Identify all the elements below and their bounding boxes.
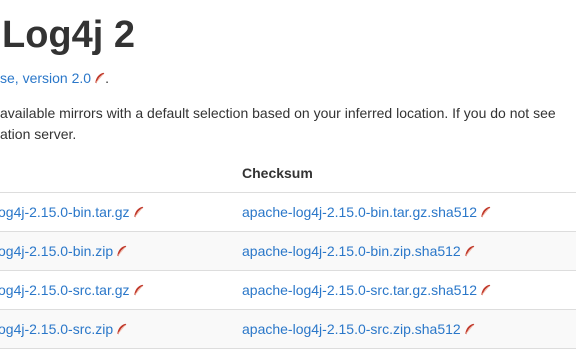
apache-feather-icon: [481, 284, 491, 296]
download-link[interactable]: og4j-2.15.0-src.zip: [0, 321, 113, 337]
checksum-link[interactable]: apache-log4j-2.15.0-src.zip.sha512: [242, 321, 461, 337]
checksum-link[interactable]: apache-log4j-2.15.0-bin.zip.sha512: [242, 243, 461, 259]
apache-feather-icon: [481, 206, 491, 218]
intro-text: available mirrors with a default selecti…: [0, 103, 556, 145]
intro-line-2: ation server.: [0, 126, 77, 142]
apache-feather-icon: [95, 72, 105, 84]
download-link[interactable]: og4j-2.15.0-bin.tar.gz: [0, 204, 130, 220]
table-row: og4j-2.15.0-bin.zip apache-log4j-2.15.0-…: [0, 231, 576, 271]
apache-feather-icon: [133, 284, 143, 296]
license-link[interactable]: se, version 2.0: [0, 70, 91, 86]
checksum-cell: apache-log4j-2.15.0-src.tar.gz.sha512: [242, 282, 491, 298]
page-title: Log4j 2: [2, 14, 136, 56]
apache-feather-icon: [133, 206, 143, 218]
checksum-cell: apache-log4j-2.15.0-src.zip.sha512: [242, 321, 475, 337]
download-link[interactable]: og4j-2.15.0-bin.zip: [0, 243, 113, 259]
column-header-checksum: Checksum: [242, 165, 313, 181]
table-row: og4j-2.15.0-src.zip apache-log4j-2.15.0-…: [0, 309, 576, 349]
file-cell: og4j-2.15.0-bin.tar.gz: [0, 204, 144, 220]
file-cell: og4j-2.15.0-bin.zip: [0, 243, 127, 259]
apache-feather-icon: [117, 245, 127, 257]
license-line: se, version 2.0.: [0, 70, 109, 86]
checksum-cell: apache-log4j-2.15.0-bin.zip.sha512: [242, 243, 475, 259]
checksum-cell: apache-log4j-2.15.0-bin.tar.gz.sha512: [242, 204, 491, 220]
file-cell: og4j-2.15.0-src.zip: [0, 321, 127, 337]
apache-feather-icon: [465, 323, 475, 335]
file-cell: og4j-2.15.0-src.tar.gz: [0, 282, 144, 298]
apache-feather-icon: [465, 245, 475, 257]
download-link[interactable]: og4j-2.15.0-src.tar.gz: [0, 282, 130, 298]
table-row: og4j-2.15.0-bin.tar.gz apache-log4j-2.15…: [0, 192, 576, 232]
intro-line-1: available mirrors with a default selecti…: [0, 105, 556, 121]
table-row: og4j-2.15.0-src.tar.gz apache-log4j-2.15…: [0, 270, 576, 310]
checksum-link[interactable]: apache-log4j-2.15.0-src.tar.gz.sha512: [242, 282, 477, 298]
apache-feather-icon: [117, 323, 127, 335]
checksum-link[interactable]: apache-log4j-2.15.0-bin.tar.gz.sha512: [242, 204, 477, 220]
table-bottom-border: [0, 348, 576, 349]
license-suffix: .: [105, 70, 109, 86]
